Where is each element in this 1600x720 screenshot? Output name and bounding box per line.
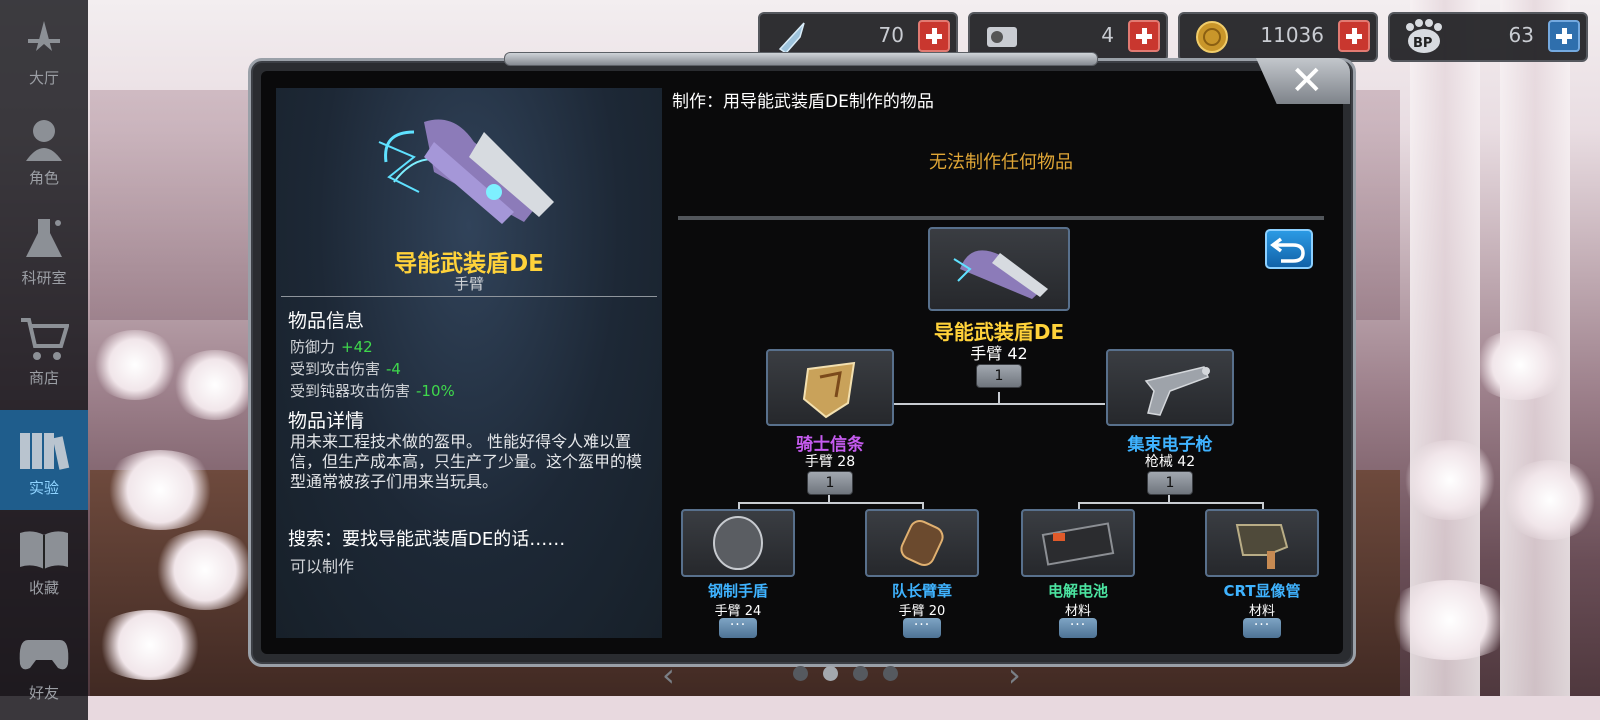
- knight-shield-icon: [802, 361, 856, 419]
- more-button[interactable]: ···: [903, 618, 941, 638]
- books-icon: [18, 423, 70, 475]
- sidebar-item-label: 实验: [28, 478, 59, 497]
- electron-gun-icon: [1144, 366, 1210, 416]
- ingredient-slot-right[interactable]: [1106, 349, 1234, 426]
- close-icon: ✕: [1290, 58, 1324, 104]
- chevron-right-icon: ›: [1008, 656, 1021, 694]
- quantity-badge: 1: [1147, 471, 1193, 495]
- stat-value: -10%: [416, 382, 455, 400]
- more-button[interactable]: ···: [1059, 618, 1097, 638]
- item-type: 手臂: [453, 275, 484, 293]
- plus-icon[interactable]: [1128, 20, 1160, 52]
- sidebar-item-shop[interactable]: 商店: [0, 300, 88, 400]
- ingredient-sub-left: 手臂 28: [804, 454, 856, 470]
- sidebar-item-friends[interactable]: 好友: [0, 615, 88, 715]
- quantity-badge: 1: [976, 364, 1022, 388]
- chevron-left-icon: ‹: [662, 656, 675, 694]
- prev-page-button[interactable]: ‹: [662, 656, 675, 694]
- currency-bp: BP 63: [1388, 12, 1588, 62]
- crafting-empty-message: 无法制作任何物品: [929, 152, 1073, 173]
- currency-value: 63: [1508, 23, 1534, 47]
- stat-row: 受到钝器攻击伤害 -10%: [290, 380, 455, 401]
- battery-icon: [1041, 522, 1115, 566]
- details-heading: 物品详情: [288, 410, 365, 432]
- more-button[interactable]: ···: [719, 618, 757, 638]
- sidebar-item-label: 商店: [28, 368, 59, 387]
- armband-icon: [900, 519, 944, 567]
- stat-value: +42: [341, 338, 373, 356]
- stat-label: 受到钝器攻击伤害: [290, 382, 411, 400]
- coin-icon: [1194, 19, 1230, 55]
- item-image: [378, 119, 554, 224]
- character-icon: [18, 113, 70, 165]
- leaf-name: 电解电池: [1047, 582, 1108, 600]
- undo-icon: [1270, 237, 1305, 263]
- sidebar-item-label: 收藏: [28, 578, 59, 597]
- item-info-panel: 导能武装盾DE 手臂 物品信息 防御力 +42 受到攻击伤害 -4 受到钝器攻击伤害…: [276, 88, 662, 638]
- quantity-badge: 1: [807, 471, 853, 495]
- page-dot-active[interactable]: [823, 666, 838, 681]
- sidebar-item-hall[interactable]: 大厅: [0, 0, 88, 100]
- sidebar-item-label: 科研室: [21, 268, 67, 287]
- drive-icon: [984, 19, 1020, 55]
- leaf-slot[interactable]: [1205, 509, 1319, 577]
- divider: [678, 216, 1324, 220]
- leaf-name: CRT显像管: [1223, 582, 1301, 600]
- search-heading: 搜索：要找导能武装盾DE的话……: [288, 529, 566, 550]
- plus-icon[interactable]: [1338, 20, 1370, 52]
- next-page-button[interactable]: ›: [1008, 656, 1021, 694]
- stat-label: 防御力: [290, 338, 336, 356]
- page-dot[interactable]: [883, 666, 898, 681]
- sidebar: 大厅 角色 科研室 商店 实验 收藏 好友: [0, 0, 88, 720]
- leaf-name: 队长臂章: [891, 582, 952, 600]
- leaf-name: 钢制手盾: [707, 582, 768, 600]
- diamond-icon: [774, 19, 810, 55]
- crafting-title: 制作：用导能武装盾DE制作的物品: [672, 92, 934, 112]
- currency-value: 4: [1101, 23, 1114, 47]
- stat-row: 防御力 +42: [290, 336, 373, 357]
- shield-gun-icon: [953, 250, 1048, 299]
- sidebar-item-collection[interactable]: 收藏: [0, 510, 88, 610]
- sidebar-item-character[interactable]: 角色: [0, 100, 88, 200]
- dialog-handle: [504, 52, 1098, 66]
- sidebar-item-label: 大厅: [28, 68, 59, 87]
- root-item-sub: 手臂 42: [970, 344, 1028, 363]
- flask-icon: [18, 213, 70, 265]
- stat-value: -4: [386, 360, 401, 378]
- ingredient-sub-right: 枪械 42: [1144, 454, 1196, 470]
- currency-value: 70: [878, 23, 904, 47]
- search-result: 可以制作: [290, 557, 355, 576]
- plus-icon[interactable]: [918, 20, 950, 52]
- card-icon[interactable]: [1548, 20, 1580, 52]
- book-icon: [18, 523, 70, 575]
- more-button[interactable]: ···: [1243, 618, 1281, 638]
- stat-row: 受到攻击伤害 -4: [290, 358, 401, 379]
- currency-coin: 11036: [1178, 12, 1378, 62]
- currency-value: 11036: [1260, 23, 1324, 47]
- bp-icon: BP: [1404, 19, 1442, 55]
- sidebar-item-label: 好友: [28, 683, 59, 702]
- sidebar-item-experiment[interactable]: 实验: [0, 410, 88, 510]
- svg-text:BP: BP: [1413, 36, 1432, 51]
- item-description: 用未来工程技术做的盔甲。 性能好得令人难以置信，但生产成本高，只生产了少量。这个…: [290, 432, 643, 491]
- sidebar-item-lab[interactable]: 科研室: [0, 200, 88, 300]
- crt-tube-icon: [1235, 524, 1289, 569]
- page-dot[interactable]: [853, 666, 868, 681]
- root-item-slot[interactable]: [928, 227, 1070, 311]
- steel-shield-icon: [713, 516, 763, 570]
- ingredient-slot-left[interactable]: [766, 349, 894, 426]
- page-dot[interactable]: [793, 666, 808, 681]
- leaf-slot[interactable]: [681, 509, 795, 577]
- hall-icon: [18, 13, 70, 65]
- divider: [281, 296, 657, 297]
- info-heading: 物品信息: [288, 310, 365, 332]
- cart-icon: [18, 313, 70, 365]
- leaf-slot[interactable]: [1021, 509, 1135, 577]
- leaf-slot[interactable]: [865, 509, 979, 577]
- sidebar-item-label: 角色: [28, 168, 59, 187]
- back-button[interactable]: [1265, 229, 1313, 269]
- gamepad-icon: [18, 628, 70, 680]
- stat-label: 受到攻击伤害: [290, 360, 381, 378]
